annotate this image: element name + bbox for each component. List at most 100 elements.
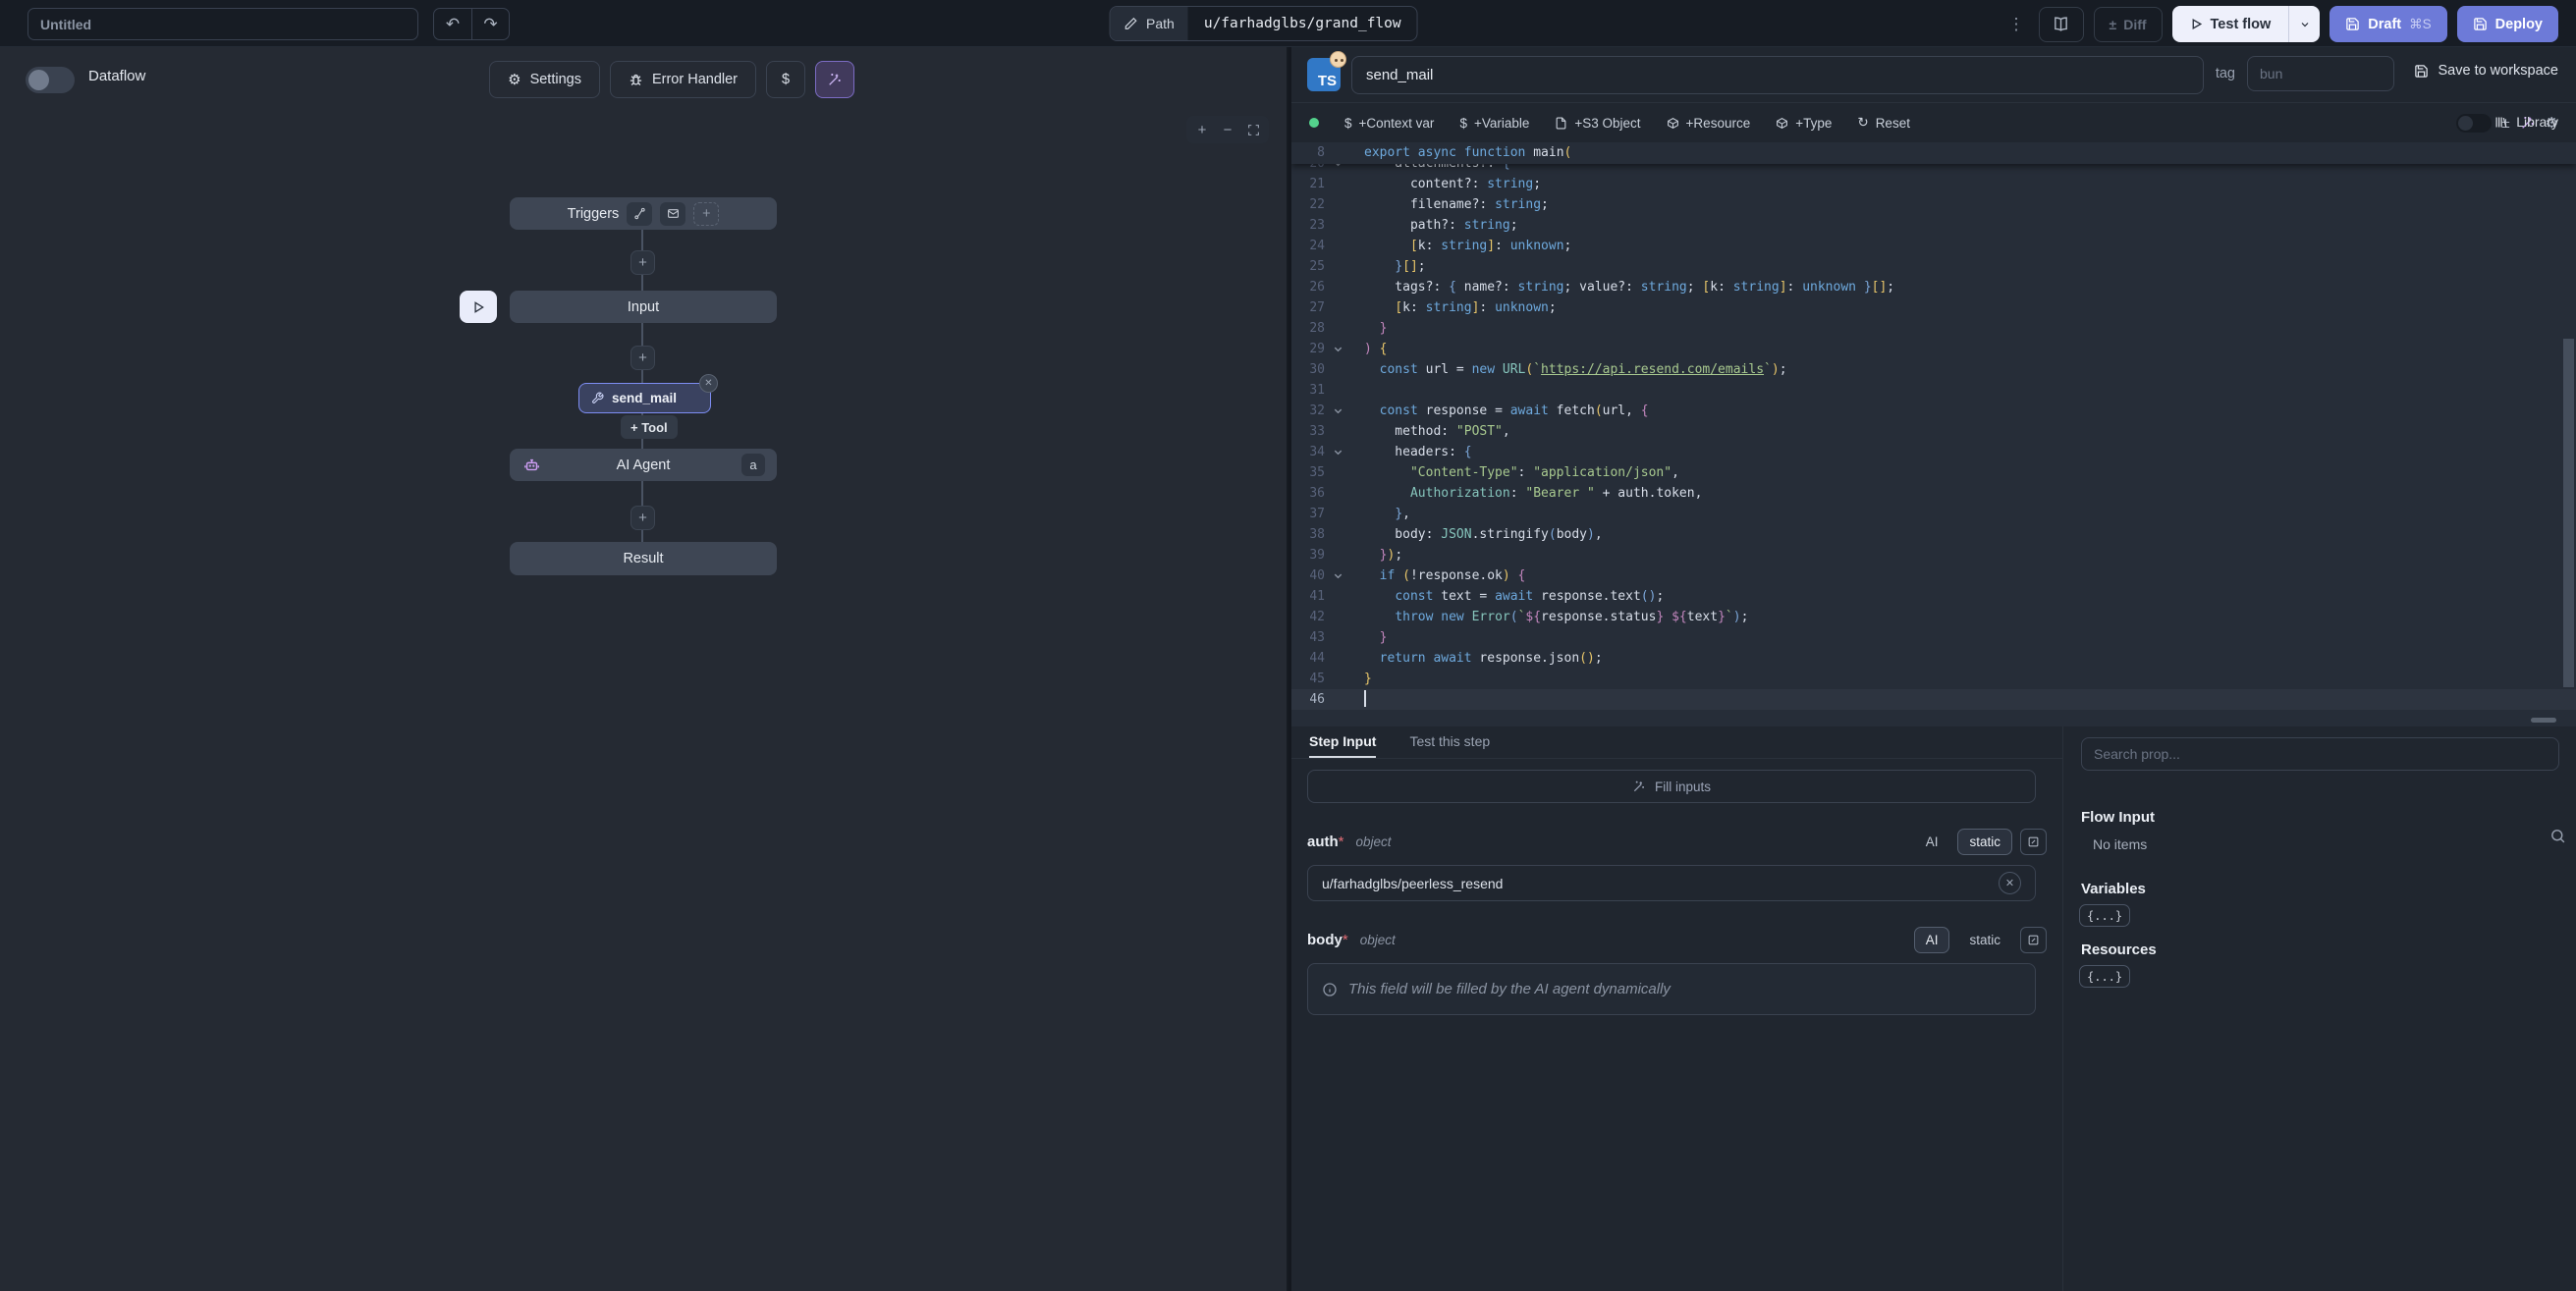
code-line[interactable]: 28 } bbox=[1291, 318, 2576, 339]
body-mode-ai[interactable]: AI bbox=[1914, 927, 1950, 953]
variables-object-chip[interactable]: {...} bbox=[2079, 904, 2130, 927]
code-line[interactable]: 44 return await response.json(); bbox=[1291, 648, 2576, 669]
mail-trigger-icon[interactable] bbox=[660, 202, 685, 226]
code-line[interactable]: 42 throw new Error(`${response.status} $… bbox=[1291, 607, 2576, 627]
insert-step-button[interactable]: + bbox=[630, 506, 655, 530]
code-line[interactable]: 24 [k: string]: unknown; bbox=[1291, 236, 2576, 256]
settings-button[interactable]: ⚙ Settings bbox=[489, 61, 600, 98]
add-context-var-button[interactable]: $ +Context var bbox=[1344, 116, 1434, 131]
remove-tool-button[interactable]: ✕ bbox=[699, 374, 718, 393]
line-number: 31 bbox=[1291, 380, 1325, 401]
code-line[interactable]: 23 path?: string; bbox=[1291, 215, 2576, 236]
auth-mode-static[interactable]: static bbox=[1957, 829, 2012, 855]
deploy-button[interactable]: Deploy bbox=[2457, 6, 2558, 42]
fold-chevron-icon[interactable] bbox=[1325, 164, 1350, 174]
code-line[interactable]: 35 "Content-Type": "application/json", bbox=[1291, 462, 2576, 483]
zoom-out-icon[interactable]: − bbox=[1217, 119, 1238, 140]
insert-step-button[interactable]: + bbox=[630, 250, 655, 275]
path-chip[interactable]: Path u/farhadglbs/grand_flow bbox=[1109, 6, 1418, 41]
node-triggers[interactable]: Triggers + bbox=[510, 197, 777, 230]
tab-step-input[interactable]: Step Input bbox=[1309, 726, 1376, 758]
editor-vertical-scrollbar[interactable] bbox=[2563, 339, 2574, 687]
library-button[interactable]: Library bbox=[2494, 114, 2558, 130]
dataflow-toggle[interactable] bbox=[26, 67, 75, 93]
fold-chevron-icon[interactable] bbox=[1325, 565, 1350, 586]
fold-chevron-icon[interactable] bbox=[1325, 442, 1350, 462]
test-flow-dropdown[interactable] bbox=[2288, 6, 2320, 42]
code-line[interactable]: 40 if (!response.ok) { bbox=[1291, 565, 2576, 586]
editor-toggle[interactable] bbox=[2456, 114, 2492, 133]
code-line[interactable]: 29) { bbox=[1291, 339, 2576, 359]
ai-wand-button[interactable] bbox=[815, 61, 854, 98]
code-line[interactable]: 30 const url = new URL(`https://api.rese… bbox=[1291, 359, 2576, 380]
code-line[interactable]: 32 const response = await fetch(url, { bbox=[1291, 401, 2576, 421]
diff-button[interactable]: ± Diff bbox=[2094, 7, 2163, 42]
step-tabs: Step Input Test this step bbox=[1291, 726, 2062, 759]
test-flow-button[interactable]: Test flow bbox=[2172, 6, 2289, 42]
flow-canvas[interactable]: Dataflow ⚙ Settings Error Handler $ bbox=[0, 47, 1288, 1291]
auth-value-input[interactable]: u/farhadglbs/peerless_resend ✕ bbox=[1307, 865, 2036, 901]
tag-input[interactable] bbox=[2247, 56, 2394, 91]
fold-chevron-icon[interactable] bbox=[1325, 339, 1350, 359]
code-line[interactable]: 20 attachments?: { bbox=[1291, 164, 2576, 174]
fold-chevron-icon[interactable] bbox=[1325, 401, 1350, 421]
resources-object-chip[interactable]: {...} bbox=[2079, 965, 2130, 988]
fit-view-icon[interactable] bbox=[1242, 119, 1264, 140]
docs-button[interactable] bbox=[2039, 7, 2084, 42]
run-from-input-button[interactable] bbox=[460, 291, 497, 323]
reset-button[interactable]: ↻ Reset bbox=[1857, 115, 1910, 131]
code-line[interactable]: 34 headers: { bbox=[1291, 442, 2576, 462]
draft-button[interactable]: Draft ⌘S bbox=[2329, 6, 2446, 42]
clear-icon[interactable]: ✕ bbox=[1999, 872, 2021, 894]
code-line[interactable]: 37 }, bbox=[1291, 504, 2576, 524]
code-line[interactable]: 22 filename?: string; bbox=[1291, 194, 2576, 215]
more-menu-icon[interactable]: ⋮ bbox=[2004, 15, 2029, 34]
code-line[interactable]: 43 } bbox=[1291, 627, 2576, 648]
error-handler-button[interactable]: Error Handler bbox=[610, 61, 756, 98]
add-trigger-button[interactable]: + bbox=[693, 202, 719, 226]
zoom-in-icon[interactable]: + bbox=[1191, 119, 1213, 140]
code-line[interactable]: 31 bbox=[1291, 380, 2576, 401]
add-type-button[interactable]: +Type bbox=[1776, 116, 1832, 131]
insert-step-button[interactable]: + bbox=[630, 346, 655, 370]
code-text: if (!response.ok) { bbox=[1350, 565, 1525, 586]
code-line[interactable]: 36 Authorization: "Bearer " + auth.token… bbox=[1291, 483, 2576, 504]
code-line[interactable]: 27 [k: string]: unknown; bbox=[1291, 297, 2576, 318]
code-line[interactable]: 21 content?: string; bbox=[1291, 174, 2576, 194]
add-resource-button[interactable]: +Resource bbox=[1667, 116, 1751, 131]
add-s3-object-button[interactable]: +S3 Object bbox=[1555, 116, 1640, 131]
code-line[interactable]: 25 }[]; bbox=[1291, 256, 2576, 277]
code-line[interactable]: 38 body: JSON.stringify(body), bbox=[1291, 524, 2576, 545]
editor-horizontal-scrollbar[interactable] bbox=[2531, 718, 2556, 723]
redo-button[interactable]: ↷ bbox=[471, 9, 509, 39]
add-variable-button[interactable]: $ +Variable bbox=[1459, 116, 1529, 131]
line-number: 8 bbox=[1291, 142, 1325, 163]
expression-editor-button[interactable] bbox=[2020, 829, 2047, 855]
code-line[interactable]: 41 const text = await response.text(); bbox=[1291, 586, 2576, 607]
node-input[interactable]: Input bbox=[510, 291, 777, 323]
undo-button[interactable]: ↶ bbox=[434, 9, 471, 39]
code-line[interactable]: 33 method: "POST", bbox=[1291, 421, 2576, 442]
code-line[interactable]: 46 bbox=[1291, 689, 2576, 710]
code-line[interactable]: 26 tags?: { name?: string; value?: strin… bbox=[1291, 277, 2576, 297]
add-tool-button[interactable]: + Tool bbox=[621, 415, 678, 439]
node-ai-agent[interactable]: AI Agent a bbox=[510, 449, 777, 481]
node-result[interactable]: Result bbox=[510, 542, 777, 575]
dollar-button[interactable]: $ bbox=[766, 61, 805, 98]
bun-icon bbox=[1330, 51, 1346, 68]
code-line[interactable]: 45} bbox=[1291, 669, 2576, 689]
routes-icon[interactable] bbox=[627, 202, 652, 226]
step-name-input[interactable] bbox=[1351, 56, 2204, 94]
save-to-workspace-button[interactable]: Save to workspace bbox=[2414, 63, 2558, 79]
code-editor[interactable]: 8export async function main( 20 attachme… bbox=[1291, 142, 2576, 726]
search-icon[interactable] bbox=[2549, 828, 2566, 844]
auth-mode-ai[interactable]: AI bbox=[1914, 829, 1950, 855]
flow-name-input[interactable] bbox=[27, 8, 418, 40]
body-mode-static[interactable]: static bbox=[1957, 927, 2012, 953]
tab-test-this-step[interactable]: Test this step bbox=[1409, 726, 1490, 758]
expression-editor-button[interactable] bbox=[2020, 927, 2047, 953]
code-line[interactable]: 39 }); bbox=[1291, 545, 2576, 565]
fill-inputs-button[interactable]: Fill inputs bbox=[1307, 770, 2036, 803]
search-prop-input[interactable] bbox=[2081, 737, 2559, 771]
node-send-mail-tool[interactable]: send_mail bbox=[578, 383, 711, 413]
